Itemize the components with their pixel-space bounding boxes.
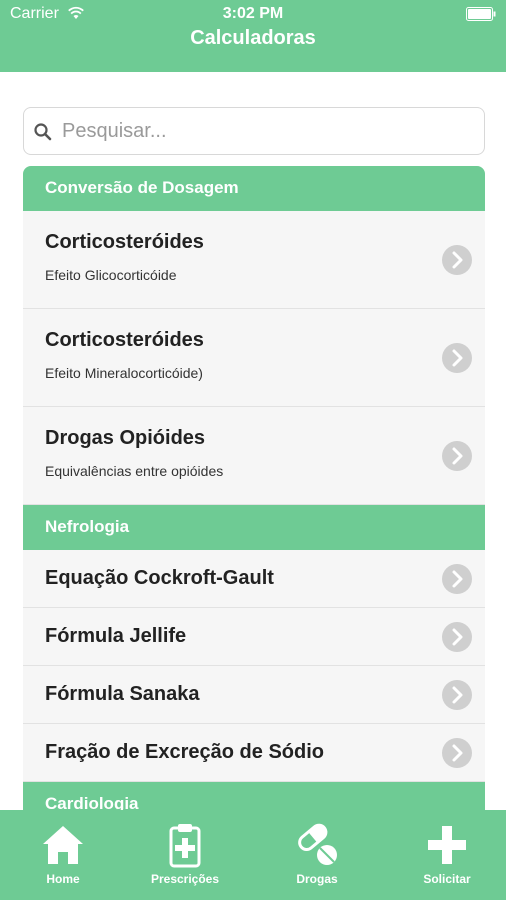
- tab-solicitar[interactable]: Solicitar: [384, 810, 506, 900]
- home-icon: [43, 826, 83, 864]
- search-bar[interactable]: [23, 107, 485, 155]
- item-title: Corticosteróides: [45, 231, 204, 253]
- item-title: Fórmula Jellife: [45, 625, 187, 647]
- clipboard-icon: [169, 824, 201, 868]
- item-subtitle: Efeito Mineralocorticóide): [45, 365, 203, 381]
- calculator-list[interactable]: Conversão de Dosagem Corticosteróides Ef…: [23, 166, 485, 810]
- item-subtitle: Efeito Glicocorticóide: [45, 267, 177, 283]
- item-title: Corticosteróides: [45, 329, 204, 351]
- list-item[interactable]: Equação Cockroft-Gault: [23, 550, 485, 608]
- tab-drogas[interactable]: Drogas: [254, 810, 380, 900]
- chevron-right-icon: [442, 738, 472, 768]
- chevron-right-icon: [442, 245, 472, 275]
- pills-icon: [298, 823, 337, 865]
- tab-prescricoes[interactable]: Prescrições: [122, 810, 248, 900]
- item-title: Fórmula Sanaka: [45, 683, 200, 705]
- status-time: 3:02 PM: [222, 5, 284, 22]
- tab-home[interactable]: Home: [0, 810, 126, 900]
- section-header-cardiologia: Cardiologia: [23, 782, 485, 810]
- search-icon: [34, 123, 52, 141]
- tab-label: Drogas: [296, 872, 338, 886]
- search-input[interactable]: [62, 116, 472, 146]
- tab-label: Home: [46, 872, 80, 886]
- item-title: Drogas Opióides: [45, 427, 206, 449]
- list-item[interactable]: Corticosteróides Efeito Glicocorticóide: [23, 211, 485, 309]
- tab-label: Prescrições: [150, 872, 220, 886]
- chevron-right-icon: [442, 622, 472, 652]
- list-item[interactable]: Drogas Opióides Equivalências entre opió…: [23, 407, 485, 505]
- plus-icon: [428, 826, 466, 864]
- navigation-header: Carrier 3:02 PM Calculadoras: [0, 0, 506, 72]
- page-title: Calculadoras: [190, 27, 316, 49]
- item-title: Fração de Excreção de Sódio: [45, 741, 324, 763]
- section-header-conversao: Conversão de Dosagem: [23, 166, 485, 211]
- chevron-right-icon: [442, 441, 472, 471]
- list-item[interactable]: Fórmula Jellife: [23, 608, 485, 666]
- tab-label: Solicitar: [423, 872, 471, 886]
- item-title: Equação Cockroft-Gault: [45, 567, 274, 589]
- list-item[interactable]: Corticosteróides Efeito Mineralocorticói…: [23, 309, 485, 407]
- battery-icon: [466, 7, 496, 21]
- status-bar: Carrier 3:02 PM: [0, 0, 506, 30]
- list-item[interactable]: Fração de Excreção de Sódio: [23, 724, 485, 782]
- tab-bar: Home Prescrições Drogas Solicitar: [0, 810, 506, 900]
- chevron-right-icon: [442, 680, 472, 710]
- item-subtitle: Equivalências entre opióides: [45, 463, 224, 479]
- chevron-right-icon: [442, 564, 472, 594]
- list-item[interactable]: Fórmula Sanaka: [23, 666, 485, 724]
- chevron-right-icon: [442, 343, 472, 373]
- section-header-nefrologia: Nefrologia: [23, 505, 485, 550]
